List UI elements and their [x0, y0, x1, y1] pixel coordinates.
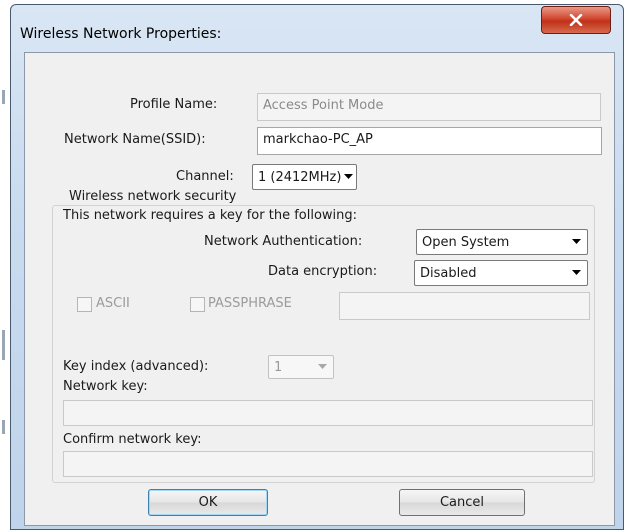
background-edge [2, 330, 5, 360]
chevron-down-icon [565, 239, 587, 245]
chevron-down-icon [341, 174, 356, 180]
key-index-value: 1 [274, 359, 283, 375]
security-description: This network requires a key for the foll… [63, 208, 358, 223]
key-index-select[interactable]: 1 [268, 355, 334, 379]
channel-label: Channel: [176, 169, 234, 184]
network-authentication-label: Network Authentication: [204, 234, 363, 249]
ascii-label: ASCII [96, 296, 130, 311]
ok-button[interactable]: OK [148, 489, 268, 516]
network-authentication-value: Open System [422, 234, 510, 250]
network-key-label: Network key: [63, 379, 148, 394]
background-edge [2, 420, 5, 434]
channel-select[interactable]: 1 (2412MHz) [252, 164, 357, 190]
cancel-button[interactable]: Cancel [399, 489, 525, 516]
key-index-label: Key index (advanced): [63, 359, 209, 374]
window-title: Wireless Network Properties: [20, 26, 222, 42]
chevron-down-icon [565, 270, 587, 276]
network-key-input[interactable] [63, 400, 593, 426]
ssid-input[interactable]: markchao-PC_AP [257, 127, 602, 155]
chevron-down-icon [311, 364, 333, 370]
profile-name-field[interactable]: Access Point Mode [257, 93, 601, 121]
security-group-title: Wireless network security [66, 189, 240, 204]
data-encryption-select[interactable]: Disabled [414, 260, 588, 286]
confirm-network-key-label: Confirm network key: [63, 432, 202, 447]
channel-value: 1 (2412MHz) [258, 169, 342, 185]
passphrase-input[interactable] [339, 292, 590, 320]
close-button[interactable] [541, 6, 611, 34]
network-authentication-select[interactable]: Open System [416, 229, 588, 255]
passphrase-label: PASSPHRASE [208, 296, 292, 311]
ssid-label: Network Name(SSID): [64, 132, 206, 147]
data-encryption-label: Data encryption: [268, 264, 378, 279]
confirm-network-key-input[interactable] [63, 451, 593, 477]
profile-name-label: Profile Name: [130, 97, 218, 112]
close-icon [569, 14, 583, 26]
data-encryption-value: Disabled [420, 265, 477, 281]
ascii-checkbox[interactable] [77, 297, 92, 312]
passphrase-checkbox[interactable] [190, 297, 205, 312]
background-edge [2, 90, 5, 104]
